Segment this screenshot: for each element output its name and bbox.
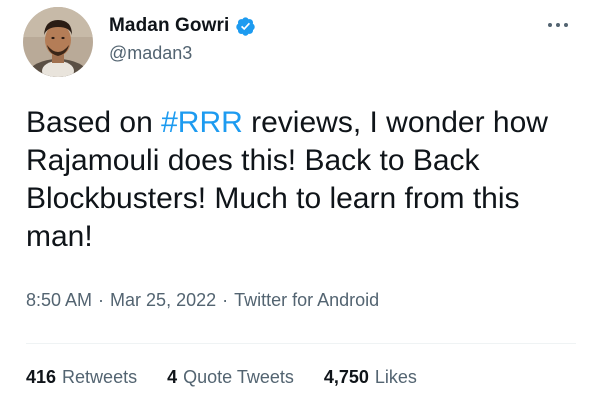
meta-separator: · <box>98 290 105 310</box>
likes-stat[interactable]: 4,750 Likes <box>324 367 417 388</box>
hashtag-link[interactable]: #RRR <box>161 106 243 139</box>
retweets-label: Retweets <box>62 367 138 387</box>
avatar[interactable] <box>23 7 93 77</box>
verified-badge-icon <box>235 16 256 37</box>
meta-separator: · <box>222 290 229 310</box>
display-name[interactable]: Madan Gowri <box>109 15 229 37</box>
tweet-stats: 416 Retweets 4 Quote Tweets 4,750 Likes <box>26 367 447 388</box>
tweet-source[interactable]: Twitter for Android <box>234 290 379 311</box>
tweet-time[interactable]: 8:50 AM <box>26 290 92 311</box>
divider <box>26 343 576 344</box>
quote-tweets-label: Quote Tweets <box>183 367 294 387</box>
quote-tweets-stat[interactable]: 4 Quote Tweets <box>167 367 294 388</box>
likes-label: Likes <box>374 367 417 387</box>
more-dots-icon <box>548 23 568 27</box>
user-handle[interactable]: @madan3 <box>109 43 256 64</box>
tweet-header: Madan Gowri @madan3 <box>23 7 580 79</box>
retweets-stat[interactable]: 416 Retweets <box>26 367 137 388</box>
more-options-button[interactable] <box>540 13 576 37</box>
avatar-photo-icon <box>23 7 93 77</box>
name-row: Madan Gowri <box>109 13 256 39</box>
tweet-text: Based on #RRR reviews, I wonder how Raja… <box>26 104 576 256</box>
tweet-card: Madan Gowri @madan3 Based on #RRR review… <box>0 0 600 407</box>
quote-tweets-count: 4 <box>167 367 178 387</box>
tweet-date[interactable]: Mar 25, 2022 <box>110 290 216 311</box>
tweet-meta: 8:50 AM · Mar 25, 2022 · Twitter for And… <box>26 290 379 311</box>
user-block: Madan Gowri @madan3 <box>109 13 256 64</box>
tweet-text-before: Based on <box>26 106 162 139</box>
retweets-count: 416 <box>26 367 57 387</box>
likes-count: 4,750 <box>323 367 369 387</box>
